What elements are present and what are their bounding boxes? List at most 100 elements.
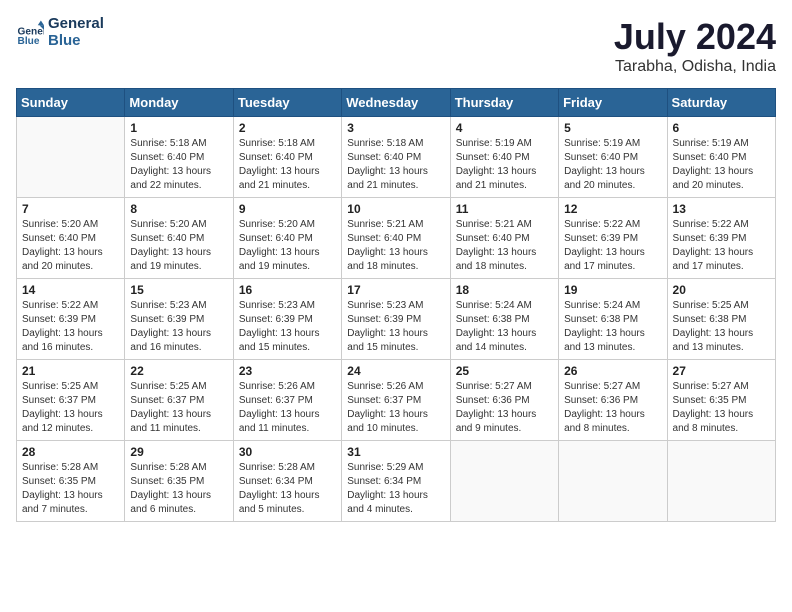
- logo: General Blue General Blue: [16, 16, 104, 49]
- logo-icon: General Blue: [16, 19, 44, 47]
- calendar-cell: 16Sunrise: 5:23 AM Sunset: 6:39 PM Dayli…: [233, 279, 341, 360]
- day-of-week-header: Tuesday: [233, 89, 341, 117]
- location-title: Tarabha, Odisha, India: [614, 58, 776, 76]
- day-number: 19: [564, 283, 661, 297]
- day-number: 15: [130, 283, 227, 297]
- calendar-cell: 10 Sunrise: 5:21 AM Sunset: 6:40 PM Dayli…: [342, 198, 450, 279]
- day-number: 20: [673, 283, 770, 297]
- calendar-week-row: 21 Sunrise: 5:25 AM Sunset: 6:37 PM Dayli…: [17, 360, 776, 441]
- calendar-cell: 3 Sunrise: 5:18 AM Sunset: 6:40 PM Daylig…: [342, 117, 450, 198]
- day-number: 6: [673, 121, 770, 135]
- day-number: 26: [564, 364, 661, 378]
- day-info: Sunrise: 5:28 AM Sunset: 6:35 PM Dayligh…: [130, 461, 227, 517]
- day-number: 29: [130, 445, 227, 459]
- day-number: 12: [564, 202, 661, 216]
- day-number: 25: [456, 364, 553, 378]
- day-number: 11: [456, 202, 553, 216]
- calendar-cell: 1 Sunrise: 5:18 AM Sunset: 6:40 PM Daylig…: [125, 117, 233, 198]
- day-info: Sunrise: 5:21 AM Sunset: 6:40 PM Dayligh…: [456, 218, 553, 274]
- calendar-cell: 17Sunrise: 5:23 AM Sunset: 6:39 PM Dayli…: [342, 279, 450, 360]
- calendar-cell: 5 Sunrise: 5:19 AM Sunset: 6:40 PM Daylig…: [559, 117, 667, 198]
- day-number: 28: [22, 445, 119, 459]
- day-info: Sunrise: 5:20 AM Sunset: 6:40 PM Dayligh…: [130, 218, 227, 274]
- day-info: Sunrise: 5:27 AM Sunset: 6:36 PM Dayligh…: [456, 380, 553, 436]
- calendar-cell: 14 Sunrise: 5:22 AM Sunset: 6:39 PM Dayli…: [17, 279, 125, 360]
- logo-blue: Blue: [48, 33, 104, 50]
- svg-text:Blue: Blue: [18, 35, 40, 46]
- day-number: 13: [673, 202, 770, 216]
- calendar-cell: 12 Sunrise: 5:22 AM Sunset: 6:39 PM Dayli…: [559, 198, 667, 279]
- day-info: Sunrise: 5:19 AM Sunset: 6:40 PM Dayligh…: [673, 137, 770, 193]
- day-info: Sunrise: 5:27 AM Sunset: 6:36 PM Dayligh…: [564, 380, 661, 436]
- day-number: 27: [673, 364, 770, 378]
- day-info: Sunrise: 5:23 AM Sunset: 6:39 PM Dayligh…: [347, 299, 444, 355]
- logo-general: General: [48, 16, 104, 33]
- day-number: 5: [564, 121, 661, 135]
- day-number: 10: [347, 202, 444, 216]
- day-info: Sunrise: 5:22 AM Sunset: 6:39 PM Dayligh…: [22, 299, 119, 355]
- calendar-cell: 9 Sunrise: 5:20 AM Sunset: 6:40 PM Daylig…: [233, 198, 341, 279]
- day-info: Sunrise: 5:22 AM Sunset: 6:39 PM Dayligh…: [564, 218, 661, 274]
- calendar-week-row: 14 Sunrise: 5:22 AM Sunset: 6:39 PM Dayli…: [17, 279, 776, 360]
- day-number: 4: [456, 121, 553, 135]
- calendar-cell: 15Sunrise: 5:23 AM Sunset: 6:39 PM Dayli…: [125, 279, 233, 360]
- day-info: Sunrise: 5:18 AM Sunset: 6:40 PM Dayligh…: [347, 137, 444, 193]
- day-number: 31: [347, 445, 444, 459]
- day-info: Sunrise: 5:25 AM Sunset: 6:37 PM Dayligh…: [130, 380, 227, 436]
- day-info: Sunrise: 5:19 AM Sunset: 6:40 PM Dayligh…: [456, 137, 553, 193]
- calendar-cell: 2Sunrise: 5:18 AM Sunset: 6:40 PM Daylig…: [233, 117, 341, 198]
- calendar-cell: 28 Sunrise: 5:28 AM Sunset: 6:35 PM Dayli…: [17, 441, 125, 522]
- calendar-cell: 26 Sunrise: 5:27 AM Sunset: 6:36 PM Dayli…: [559, 360, 667, 441]
- calendar-cell: 23Sunrise: 5:26 AM Sunset: 6:37 PM Dayli…: [233, 360, 341, 441]
- calendar-cell: 31 Sunrise: 5:29 AM Sunset: 6:34 PM Dayli…: [342, 441, 450, 522]
- day-number: 22: [130, 364, 227, 378]
- day-info: Sunrise: 5:19 AM Sunset: 6:40 PM Dayligh…: [564, 137, 661, 193]
- day-number: 30: [239, 445, 336, 459]
- day-info: Sunrise: 5:25 AM Sunset: 6:38 PM Dayligh…: [673, 299, 770, 355]
- day-of-week-header: Saturday: [667, 89, 775, 117]
- day-info: Sunrise: 5:20 AM Sunset: 6:40 PM Dayligh…: [22, 218, 119, 274]
- calendar-cell: 20 Sunrise: 5:25 AM Sunset: 6:38 PM Dayli…: [667, 279, 775, 360]
- day-number: 18: [456, 283, 553, 297]
- day-number: 1: [130, 121, 227, 135]
- day-info: Sunrise: 5:24 AM Sunset: 6:38 PM Dayligh…: [564, 299, 661, 355]
- day-info: Sunrise: 5:21 AM Sunset: 6:40 PM Dayligh…: [347, 218, 444, 274]
- day-info: Sunrise: 5:22 AM Sunset: 6:39 PM Dayligh…: [673, 218, 770, 274]
- day-of-week-header: Sunday: [17, 89, 125, 117]
- day-number: 23: [239, 364, 336, 378]
- day-info: Sunrise: 5:29 AM Sunset: 6:34 PM Dayligh…: [347, 461, 444, 517]
- day-number: 3: [347, 121, 444, 135]
- day-info: Sunrise: 5:24 AM Sunset: 6:38 PM Dayligh…: [456, 299, 553, 355]
- calendar-cell: 19 Sunrise: 5:24 AM Sunset: 6:38 PM Dayli…: [559, 279, 667, 360]
- calendar-week-row: 28 Sunrise: 5:28 AM Sunset: 6:35 PM Dayli…: [17, 441, 776, 522]
- calendar-cell: 11 Sunrise: 5:21 AM Sunset: 6:40 PM Dayli…: [450, 198, 558, 279]
- calendar-cell: 22 Sunrise: 5:25 AM Sunset: 6:37 PM Dayli…: [125, 360, 233, 441]
- calendar-cell: 29 Sunrise: 5:28 AM Sunset: 6:35 PM Dayli…: [125, 441, 233, 522]
- page-header: General Blue General Blue July 2024 Tara…: [16, 16, 776, 76]
- calendar-cell: 6 Sunrise: 5:19 AM Sunset: 6:40 PM Daylig…: [667, 117, 775, 198]
- day-of-week-header: Wednesday: [342, 89, 450, 117]
- day-info: Sunrise: 5:20 AM Sunset: 6:40 PM Dayligh…: [239, 218, 336, 274]
- calendar-cell: 18 Sunrise: 5:24 AM Sunset: 6:38 PM Dayli…: [450, 279, 558, 360]
- day-info: Sunrise: 5:26 AM Sunset: 6:37 PM Dayligh…: [347, 380, 444, 436]
- month-title: July 2024: [614, 16, 776, 58]
- calendar-cell: 25 Sunrise: 5:27 AM Sunset: 6:36 PM Dayli…: [450, 360, 558, 441]
- calendar-cell: [17, 117, 125, 198]
- day-info: Sunrise: 5:28 AM Sunset: 6:35 PM Dayligh…: [22, 461, 119, 517]
- day-info: Sunrise: 5:18 AM Sunset: 6:40 PM Dayligh…: [239, 137, 336, 193]
- calendar-header-row: SundayMondayTuesdayWednesdayThursdayFrid…: [17, 89, 776, 117]
- calendar-cell: 27Sunrise: 5:27 AM Sunset: 6:35 PM Dayli…: [667, 360, 775, 441]
- calendar-cell: 8Sunrise: 5:20 AM Sunset: 6:40 PM Daylig…: [125, 198, 233, 279]
- calendar-cell: [667, 441, 775, 522]
- day-of-week-header: Monday: [125, 89, 233, 117]
- calendar-cell: 4 Sunrise: 5:19 AM Sunset: 6:40 PM Daylig…: [450, 117, 558, 198]
- day-number: 7: [22, 202, 119, 216]
- day-number: 14: [22, 283, 119, 297]
- day-number: 9: [239, 202, 336, 216]
- day-info: Sunrise: 5:18 AM Sunset: 6:40 PM Dayligh…: [130, 137, 227, 193]
- day-number: 21: [22, 364, 119, 378]
- day-of-week-header: Friday: [559, 89, 667, 117]
- calendar-cell: 24Sunrise: 5:26 AM Sunset: 6:37 PM Dayli…: [342, 360, 450, 441]
- day-number: 16: [239, 283, 336, 297]
- calendar-cell: 7 Sunrise: 5:20 AM Sunset: 6:40 PM Daylig…: [17, 198, 125, 279]
